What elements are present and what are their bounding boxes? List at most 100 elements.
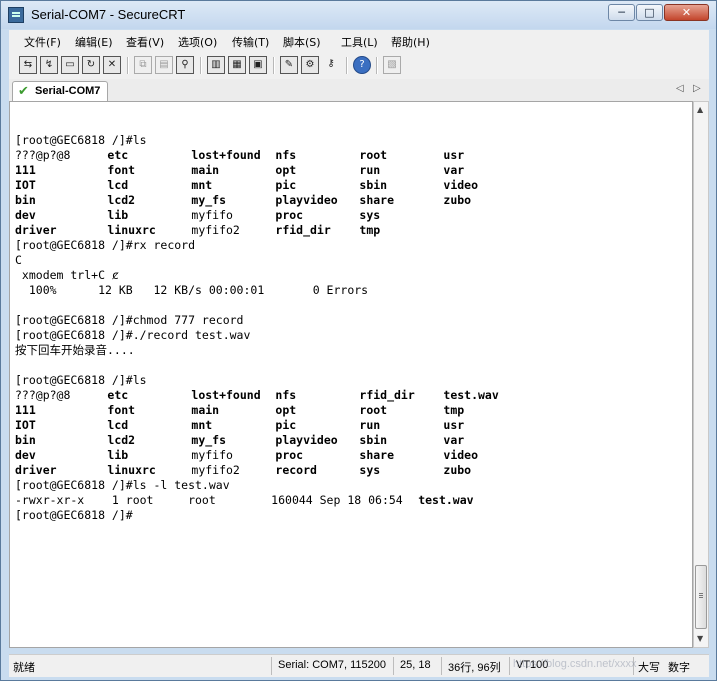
log-icon[interactable]: ▧ [383, 56, 401, 74]
terminal-text: sys [359, 463, 381, 477]
menu-script[interactable]: 脚本(S) [283, 34, 321, 50]
terminal-text: opt [275, 403, 297, 417]
terminal-line: ???@p?@8 etc lost+found nfs root usr [15, 148, 685, 163]
terminal-text: IOT [15, 178, 36, 192]
keymap-icon[interactable]: ⚙ [301, 56, 319, 74]
scroll-up-arrow-icon[interactable]: ▲ [697, 105, 703, 114]
terminal-text: linuxrc [107, 223, 156, 237]
tab-next-icon[interactable]: ▷ [693, 83, 701, 94]
terminal-output[interactable]: [root@GEC6818 /]#ls ???@p?@8 etc lost+found… [9, 101, 693, 648]
terminal-text: [root@GEC6818 /]#ls -l test.wav [15, 478, 230, 492]
terminal-text: IOT [15, 418, 36, 432]
connect-tab-icon[interactable]: ▭ [61, 56, 79, 74]
scrollbar-thumb[interactable] [695, 565, 707, 629]
terminal-text: myfifo [191, 208, 233, 222]
terminal-line: [root@GEC6818 /]#ls [15, 133, 685, 148]
terminal-line: 111 font main opt run var [15, 163, 685, 178]
menu-help[interactable]: 帮助(H) [391, 34, 430, 50]
terminal-text: lib [107, 208, 129, 222]
terminal-line: 按下回车开始录音.... [15, 343, 685, 358]
terminal-text: lcd [107, 418, 129, 432]
terminal-text: ???@p?@8 [15, 388, 71, 402]
securecrt-window: Serial-COM7 - SecureCRT ─ □ ✕ 文件(F) 编辑(E… [0, 0, 717, 681]
terminal-text: [root@GEC6818 /]#chmod 777 record [15, 313, 244, 327]
menu-transfer[interactable]: 传输(T) [232, 34, 269, 50]
terminal-line: C [15, 253, 685, 268]
terminal-text: pic [275, 178, 297, 192]
terminal-text: xmodem trl+C ȼ [15, 268, 119, 282]
help-icon[interactable]: ? [353, 56, 371, 74]
print-icon[interactable]: ▥ [207, 56, 225, 74]
print-screen-icon[interactable]: ▣ [249, 56, 267, 74]
terminal-text: font [107, 163, 136, 177]
maximize-button[interactable]: □ [636, 4, 663, 21]
terminal-line: IOT lcd mnt pic sbin video [15, 178, 685, 193]
terminal-text: dev [15, 208, 36, 222]
terminal-line: bin lcd2 my_fs playvideo share zubo [15, 193, 685, 208]
terminal-text: [root@GEC6818 /]#ls [15, 133, 147, 147]
terminal-text: var [443, 163, 465, 177]
terminal-text: tmp [443, 403, 465, 417]
terminal-text: lcd2 [107, 433, 136, 447]
terminal-text: C [15, 253, 22, 267]
tab-bar: ✔ Serial-COM7 ◁ ▷ [9, 79, 709, 102]
copy-icon[interactable]: ⧉ [134, 56, 152, 74]
toolbar-separator [200, 57, 202, 74]
terminal-text: [root@GEC6818 /]# [15, 508, 133, 522]
terminal-text: 按下回车开始录音.... [15, 343, 135, 357]
menu-file[interactable]: 文件(F) [24, 34, 61, 50]
close-button[interactable]: ✕ [664, 4, 709, 21]
paste-icon[interactable]: ▤ [155, 56, 173, 74]
terminal-text: rfid_dir [275, 223, 331, 237]
menu-edit[interactable]: 编辑(E) [75, 34, 113, 50]
connect-icon[interactable]: ⇆ [19, 56, 37, 74]
minimize-button[interactable]: ─ [608, 4, 635, 21]
terminal-text: [root@GEC6818 /]#rx record [15, 238, 196, 252]
status-separator [441, 657, 442, 675]
vertical-scrollbar[interactable]: ▲ ▼ [693, 101, 709, 648]
terminal-text: usr [443, 148, 465, 162]
menu-view[interactable]: 查看(V) [126, 34, 164, 50]
terminal-text: opt [275, 163, 297, 177]
terminal-line: driver linuxrc myfifo2 rfid_dir tmp [15, 223, 685, 238]
terminal-text: 100% 12 KB 12 KB/s 00:00:01 0 Errors [15, 283, 369, 297]
terminal-text: sbin [359, 433, 388, 447]
disconnect-icon[interactable]: ✕ [103, 56, 121, 74]
terminal-line: [root@GEC6818 /]#ls -l test.wav [15, 478, 685, 493]
scroll-down-arrow-icon[interactable]: ▼ [697, 634, 703, 643]
title-bar[interactable]: Serial-COM7 - SecureCRT ─ □ ✕ [1, 1, 716, 29]
terminal-line: [root@GEC6818 /]#./record test.wav [15, 328, 685, 343]
terminal-text: lost+found [191, 148, 261, 162]
find-icon[interactable]: ⚲ [176, 56, 194, 74]
menu-options[interactable]: 选项(O) [178, 34, 217, 50]
terminal-text: 111 [15, 163, 36, 177]
session-options-icon[interactable]: ✎ [280, 56, 298, 74]
terminal-text: main [191, 403, 220, 417]
print-setup-icon[interactable]: ▦ [228, 56, 246, 74]
status-num: 数字 [668, 662, 690, 674]
terminal-text: share [359, 193, 395, 207]
menu-bar: 文件(F) 编辑(E) 查看(V) 选项(O) 传输(T) 脚本(S) 工具(L… [9, 30, 709, 53]
tab-serial-com7[interactable]: ✔ Serial-COM7 [12, 81, 108, 101]
terminal-text: dev [15, 448, 36, 462]
watermark: https://blog.csdn.net/xxxx [513, 658, 637, 670]
reconnect-icon[interactable]: ↻ [82, 56, 100, 74]
terminal-text: myfifo [191, 448, 233, 462]
terminal-line: [root@GEC6818 /]#ls [15, 373, 685, 388]
quick-connect-icon[interactable]: ↯ [40, 56, 58, 74]
terminal-text: ???@p?@8 [15, 148, 71, 162]
terminal-line: driver linuxrc myfifo2 record sys zubo [15, 463, 685, 478]
tab-prev-icon[interactable]: ◁ [676, 83, 684, 94]
terminal-text: [root@GEC6818 /]#ls [15, 373, 147, 387]
status-separator [393, 657, 394, 675]
terminal-text: mnt [191, 178, 213, 192]
tab-label: Serial-COM7 [35, 85, 101, 97]
terminal-text: my_fs [191, 433, 227, 447]
terminal-text: nfs [275, 148, 297, 162]
terminal-text: test.wav [443, 388, 499, 402]
terminal-text: mnt [191, 418, 213, 432]
terminal-line: [root@GEC6818 /]# [15, 508, 685, 523]
sftp-icon[interactable]: ⚷ [322, 56, 340, 74]
status-size: 36行, 96列 [448, 662, 501, 674]
menu-tools[interactable]: 工具(L) [341, 34, 378, 50]
